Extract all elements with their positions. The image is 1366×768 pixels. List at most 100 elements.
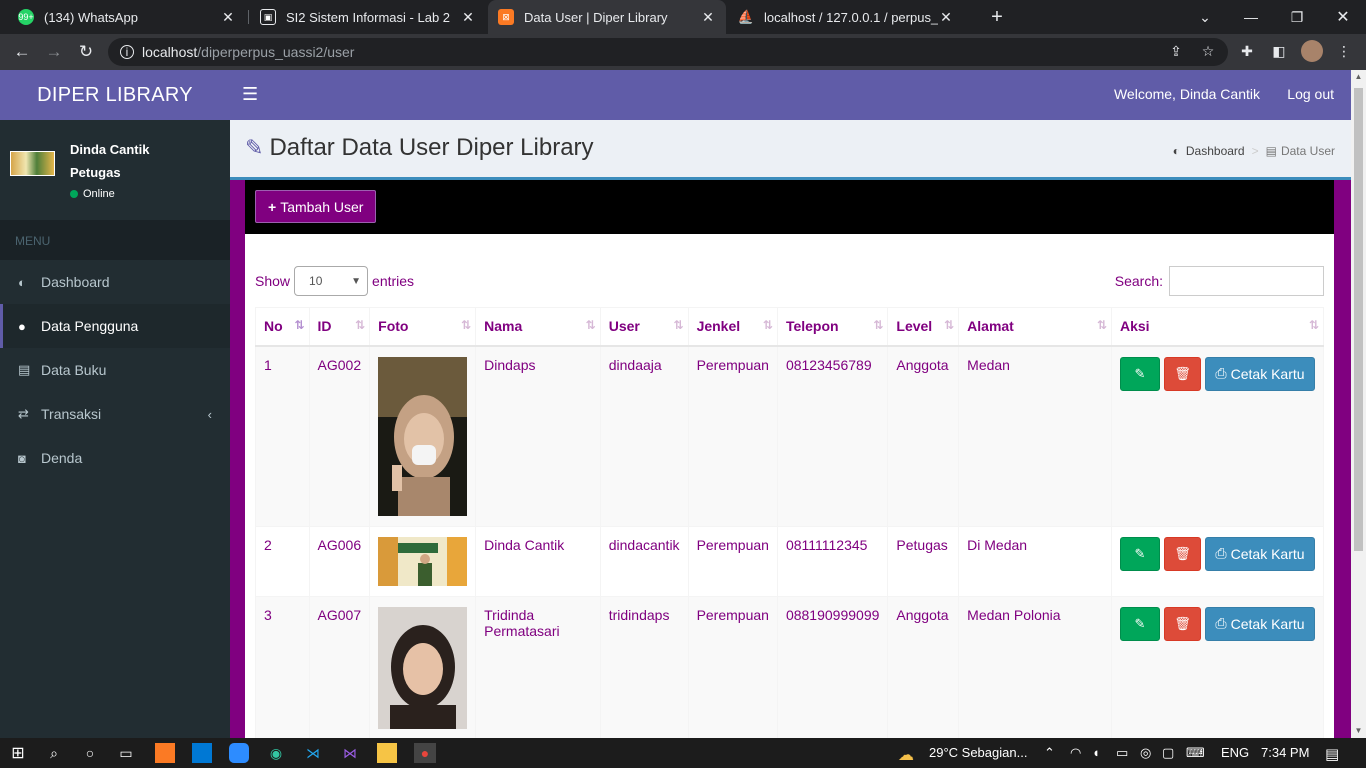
window-close-icon[interactable]: ✕ bbox=[1320, 0, 1366, 34]
cell-aksi: ✎ 🗑 ⎙ Cetak Kartu bbox=[1111, 525, 1324, 597]
profile-avatar[interactable] bbox=[1301, 40, 1323, 62]
cell-jenkel: Perempuan bbox=[687, 345, 778, 527]
column-header-foto[interactable]: Foto ⇅ bbox=[369, 307, 477, 347]
cell-aksi: ✎ 🗑 ⎙ Cetak Kartu bbox=[1111, 345, 1324, 527]
tab-data-user[interactable]: ⊠ Data User | Diper Library ✕ bbox=[488, 0, 726, 34]
info-icon[interactable]: i bbox=[120, 45, 134, 59]
keyboard-icon[interactable]: ⌨ bbox=[1186, 745, 1205, 761]
mail-icon[interactable] bbox=[192, 743, 212, 763]
visual-studio-icon[interactable]: ⋈ bbox=[340, 743, 360, 763]
sidebar: Dinda Cantik Petugas Online MENU ◐ Dashb… bbox=[0, 120, 230, 738]
cell-user: tridindaps bbox=[599, 595, 689, 738]
edit-button[interactable]: ✎ bbox=[1120, 606, 1160, 641]
edit-button[interactable]: ✎ bbox=[1120, 536, 1160, 571]
reload-icon[interactable]: ↻ bbox=[74, 40, 98, 64]
notification-icon[interactable]: ▤ bbox=[1325, 745, 1339, 763]
column-header-aksi[interactable]: Aksi ⇅ bbox=[1111, 307, 1324, 347]
back-arrow-icon[interactable]: ← bbox=[10, 40, 34, 64]
windows-start-icon[interactable]: ⊞ bbox=[8, 743, 28, 763]
print-card-button[interactable]: ⎙ Cetak Kartu bbox=[1205, 536, 1315, 571]
print-card-button[interactable]: ⎙ Cetak Kartu bbox=[1205, 356, 1315, 391]
user-table-box: + Tambah User Show 10 ▼ entries Search: bbox=[230, 177, 1351, 738]
app-logo[interactable]: DIPER LIBRARY bbox=[0, 70, 230, 120]
scroll-down-icon[interactable]: ▼ bbox=[1351, 724, 1366, 738]
column-header-level[interactable]: Level ⇅ bbox=[887, 307, 960, 347]
cell-foto bbox=[369, 345, 477, 527]
box-body: Show 10 ▼ entries Search: No ⇅ ID ⇅ Foto ⇅ bbox=[245, 234, 1334, 738]
sidebar-item-denda[interactable]: ◙ Denda bbox=[0, 436, 230, 480]
delete-button[interactable]: 🗑 bbox=[1164, 606, 1201, 641]
weather-text[interactable]: 29°C Sebagian... bbox=[929, 745, 1027, 760]
search-icon[interactable]: ⌕ bbox=[44, 743, 64, 763]
new-tab-plus-icon[interactable]: + bbox=[974, 0, 1020, 34]
scroll-up-icon[interactable]: ▲ bbox=[1351, 70, 1366, 84]
tab-divider bbox=[248, 10, 249, 24]
close-icon[interactable]: ✕ bbox=[938, 9, 954, 26]
minimize-icon[interactable]: — bbox=[1228, 0, 1274, 34]
column-header-alamat[interactable]: Alamat ⇅ bbox=[958, 307, 1112, 347]
entries-label: entries bbox=[372, 273, 415, 289]
camera-icon[interactable]: ◎ bbox=[1140, 745, 1151, 761]
print-card-button[interactable]: ⎙ Cetak Kartu bbox=[1205, 606, 1315, 641]
wifi-icon[interactable]: ◠ bbox=[1070, 745, 1081, 761]
bookmark-star-icon[interactable]: ☆ bbox=[1197, 40, 1219, 62]
column-header-nama[interactable]: Nama ⇅ bbox=[475, 307, 601, 347]
side-panel-icon[interactable]: ◧ bbox=[1268, 40, 1290, 62]
delete-button[interactable]: 🗑 bbox=[1164, 356, 1201, 391]
scrollbar-thumb[interactable] bbox=[1354, 88, 1363, 551]
language-indicator[interactable]: ENG bbox=[1221, 745, 1249, 760]
chevron-up-icon[interactable]: ⌃ bbox=[1044, 745, 1055, 761]
sidebar-item-transaksi[interactable]: ⇄ Transaksi ‹ bbox=[0, 392, 230, 436]
table-row: 2 AG006 Dinda Cantik dindacantik Perempu… bbox=[255, 525, 1324, 597]
close-icon[interactable]: ✕ bbox=[700, 9, 716, 26]
sidebar-item-data-pengguna[interactable]: ● Data Pengguna bbox=[0, 304, 230, 348]
page-scrollbar[interactable]: ▲ ▼ bbox=[1351, 70, 1366, 738]
hamburger-menu-icon[interactable]: ☰ bbox=[242, 84, 262, 104]
clock-time[interactable]: 7:34 PM bbox=[1261, 745, 1309, 760]
close-icon[interactable]: ✕ bbox=[460, 9, 476, 26]
file-explorer-icon[interactable] bbox=[377, 743, 397, 763]
tab-whatsapp[interactable]: 99+ (134) WhatsApp ✕ bbox=[8, 0, 246, 34]
more-vert-icon[interactable]: ⋮ bbox=[1333, 40, 1355, 62]
logout-link[interactable]: Log out bbox=[1287, 86, 1334, 102]
table-header-row: No ⇅ ID ⇅ Foto ⇅ Nama ⇅ User ⇅ Jenkel ⇅ Telepo… bbox=[255, 307, 1324, 347]
share-icon[interactable]: ⇪ bbox=[1165, 40, 1187, 62]
close-icon[interactable]: ✕ bbox=[220, 9, 236, 26]
zoom-icon[interactable] bbox=[229, 743, 249, 763]
column-header-id[interactable]: ID ⇅ bbox=[308, 307, 371, 347]
user-avatar bbox=[10, 151, 55, 176]
column-header-user[interactable]: User ⇅ bbox=[599, 307, 689, 347]
vscode-icon[interactable]: ⋊ bbox=[303, 743, 323, 763]
column-header-jenkel[interactable]: Jenkel ⇅ bbox=[687, 307, 778, 347]
add-user-button[interactable]: + Tambah User bbox=[255, 190, 377, 223]
cortana-circle-icon[interactable]: ○ bbox=[80, 743, 100, 763]
edit-button[interactable]: ✎ bbox=[1120, 356, 1160, 391]
user-table: No ⇅ ID ⇅ Foto ⇅ Nama ⇅ User ⇅ Jenkel ⇅ Telepo… bbox=[255, 307, 1324, 738]
column-header-no[interactable]: No ⇅ bbox=[255, 307, 310, 347]
volume-mute-icon[interactable]: ◖ bbox=[1092, 745, 1100, 760]
edge-icon[interactable]: ◉ bbox=[266, 743, 286, 763]
chrome-icon[interactable]: ● bbox=[414, 743, 436, 763]
weather-icon[interactable]: ☁ bbox=[898, 745, 914, 765]
tab-classroom[interactable]: ▣ SI2 Sistem Informasi - Lab 2 ✕ bbox=[250, 0, 486, 34]
user-status[interactable]: Online bbox=[70, 188, 115, 200]
sidebar-item-data-buku[interactable]: ▤ Data Buku bbox=[0, 348, 230, 392]
entries-select[interactable]: 10 ▼ bbox=[294, 266, 369, 296]
display-icon[interactable]: ▢ bbox=[1162, 745, 1174, 761]
forward-arrow-icon[interactable]: → bbox=[42, 40, 66, 64]
delete-button[interactable]: 🗑 bbox=[1164, 536, 1201, 571]
extensions-puzzle-icon[interactable]: ✚ bbox=[1236, 40, 1258, 62]
xampp-icon[interactable] bbox=[155, 743, 175, 763]
url-field[interactable]: i localhost/diperperpus_uassi2/user bbox=[108, 38, 1228, 66]
tab-search-chevron-icon[interactable]: ⌄ bbox=[1182, 0, 1228, 34]
sidebar-item-dashboard[interactable]: ◐ Dashboard bbox=[0, 260, 230, 304]
cell-telepon: 08111112345 bbox=[776, 525, 889, 597]
tab-phpmyadmin[interactable]: ⛵ localhost / 127.0.0.1 / perpus_si2 ✕ bbox=[728, 0, 964, 34]
column-header-telepon[interactable]: Telepon ⇅ bbox=[776, 307, 889, 347]
breadcrumb-dashboard[interactable]: Dashboard bbox=[1186, 144, 1245, 158]
page-title: ✎ Daftar Data User Diper Library bbox=[245, 134, 594, 162]
battery-icon[interactable]: ▭ bbox=[1116, 745, 1128, 761]
restore-icon[interactable]: ❐ bbox=[1274, 0, 1320, 34]
search-input[interactable] bbox=[1169, 266, 1324, 296]
task-view-icon[interactable]: ▭ bbox=[116, 743, 136, 763]
